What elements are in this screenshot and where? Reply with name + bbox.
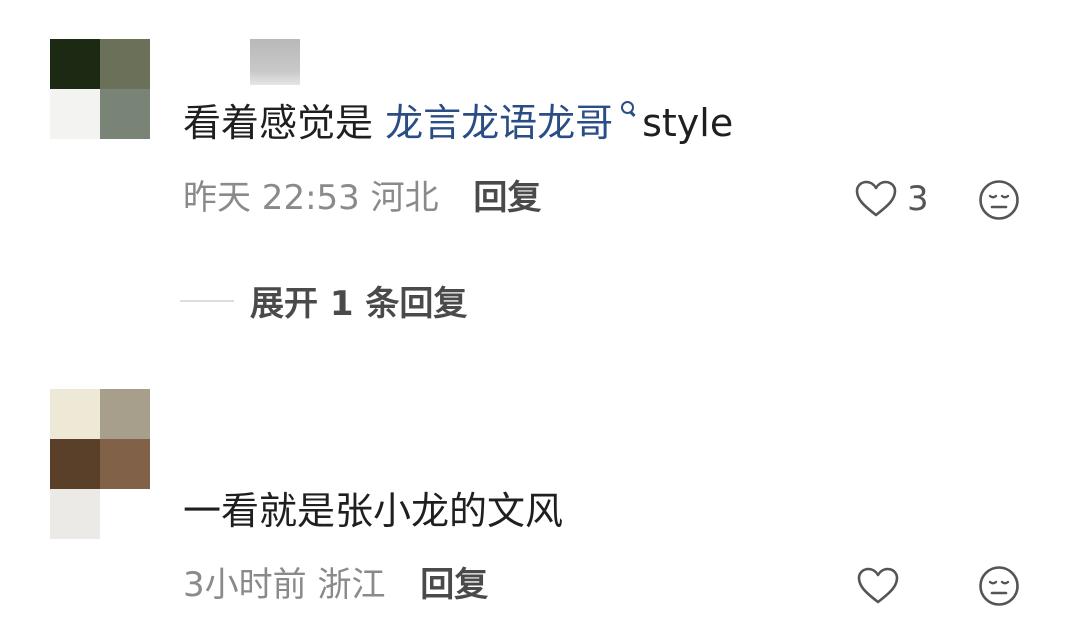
comment-time: 昨天 22:53 xyxy=(183,178,360,218)
comment-location: 河北 xyxy=(370,178,439,218)
unamused-face-icon xyxy=(979,180,1019,220)
dislike-button[interactable] xyxy=(978,179,1020,225)
avatar-pixel xyxy=(50,39,100,89)
avatar[interactable] xyxy=(50,39,150,139)
reply-button[interactable]: 回复 xyxy=(420,565,488,605)
avatar-pixel xyxy=(100,89,150,139)
expand-replies-label: 展开 1 条回复 xyxy=(250,284,468,324)
comment-time: 3小时前 xyxy=(183,565,307,605)
avatar-pixel xyxy=(50,389,100,439)
avatar-pixel xyxy=(50,489,100,539)
expand-replies-button[interactable]: 展开 1 条回复 xyxy=(180,276,467,325)
search-tag-link[interactable]: 龙言龙语龙哥 xyxy=(385,101,613,145)
unamused-face-icon xyxy=(979,566,1019,606)
avatar-pixel xyxy=(50,89,100,139)
avatar[interactable] xyxy=(50,389,150,539)
avatar-pixel xyxy=(100,439,150,489)
heart-icon xyxy=(855,180,897,217)
comment-meta: 昨天 22:53 河北 回复 xyxy=(183,178,541,218)
avatar-pixel xyxy=(100,489,150,539)
like-button[interactable] xyxy=(857,567,899,605)
comment-text: 看着感觉是 龙言龙语龙哥 style xyxy=(183,100,733,146)
divider xyxy=(180,299,234,302)
search-icon[interactable] xyxy=(621,101,635,114)
comment-text-prefix: 看着感觉是 xyxy=(183,101,386,145)
heart-icon xyxy=(857,567,899,604)
like-button[interactable]: 3 xyxy=(855,179,929,219)
dislike-button[interactable] xyxy=(978,565,1020,611)
comment-meta: 3小时前 浙江 回复 xyxy=(183,565,488,605)
comment-location: 浙江 xyxy=(317,565,386,605)
reply-button[interactable]: 回复 xyxy=(473,178,541,218)
comment-text: 一看就是张小龙的文风 xyxy=(183,488,563,534)
comment-text-suffix: style xyxy=(642,101,734,145)
avatar-pixel xyxy=(100,39,150,89)
comment-text-body: 一看就是张小龙的文风 xyxy=(183,489,564,533)
like-count: 3 xyxy=(907,179,929,219)
avatar-pixel xyxy=(50,439,100,489)
avatar-pixel xyxy=(100,389,150,439)
username-blurred[interactable] xyxy=(250,39,300,85)
